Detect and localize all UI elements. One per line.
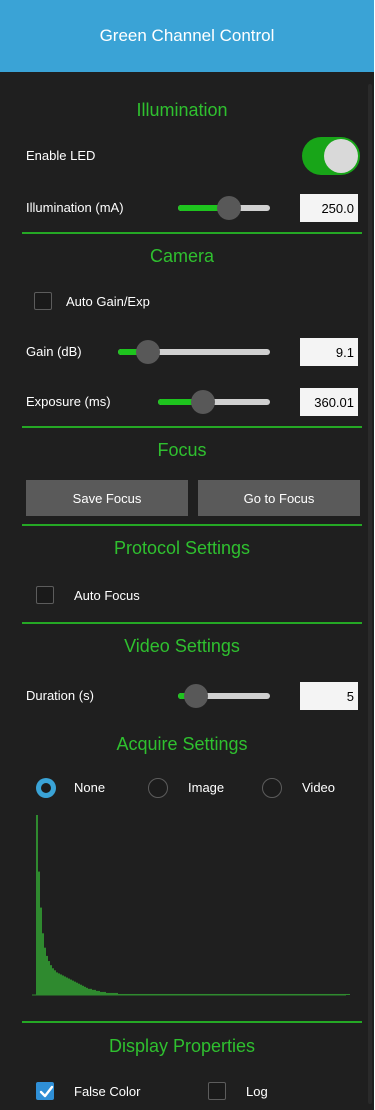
histogram-bar — [346, 993, 348, 995]
histogram-bar — [88, 988, 90, 995]
false-color-label: False Color — [74, 1084, 141, 1099]
histogram-bar — [94, 989, 96, 995]
histogram-bar — [40, 907, 42, 995]
histogram-bar — [48, 961, 50, 995]
histogram-bar — [52, 968, 54, 995]
section-divider — [22, 1021, 362, 1023]
histogram-bar — [36, 815, 38, 995]
histogram-bar — [92, 989, 94, 995]
histogram-icon — [32, 815, 350, 996]
histogram-bar — [96, 990, 98, 995]
histogram-bar — [76, 982, 78, 995]
histogram-bar — [38, 871, 40, 995]
histogram-bar — [68, 978, 70, 995]
histogram-bar — [90, 988, 92, 995]
histogram-bar — [72, 980, 74, 995]
false-color-checkbox[interactable] — [36, 1082, 54, 1100]
histogram-bar — [44, 947, 46, 995]
checkmark-icon — [39, 1085, 54, 1098]
histogram-bar — [64, 976, 66, 995]
histogram-bar — [42, 933, 44, 995]
histogram-bar — [62, 975, 64, 995]
log-checkbox[interactable] — [208, 1082, 226, 1100]
log-label: Log — [246, 1084, 268, 1099]
histogram-bar — [46, 955, 48, 995]
histogram-bar — [54, 970, 56, 995]
histogram-bar — [70, 979, 72, 995]
histogram-bar — [86, 987, 88, 995]
histogram-bar — [58, 973, 60, 995]
histogram-bar — [78, 983, 80, 995]
histogram-bar — [66, 977, 68, 995]
histogram-bars — [36, 815, 350, 995]
histogram-bar — [84, 986, 86, 995]
histogram-bar — [98, 990, 100, 995]
channel-control-panel: Green Channel Control Illumination Enabl… — [0, 0, 374, 1110]
display-section-title: Display Properties — [108, 1036, 256, 1056]
histogram-bar — [82, 985, 84, 995]
histogram-bar — [348, 993, 350, 995]
histogram-bar — [80, 984, 82, 995]
histogram-bar — [50, 965, 52, 995]
histogram-bar — [56, 972, 58, 995]
histogram-bar — [60, 974, 62, 995]
histogram-bar — [74, 981, 76, 995]
